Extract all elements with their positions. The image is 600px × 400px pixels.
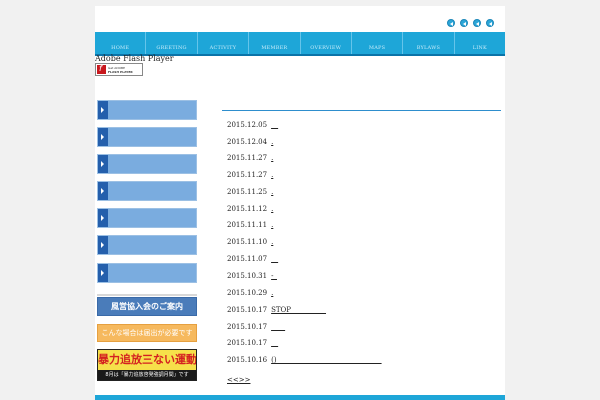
news-link[interactable]: . [271,136,277,148]
nav-link[interactable]: LINK [455,32,505,54]
news-date: 2015.10.31 [227,272,268,280]
nav-activity[interactable]: ACTIVITY [198,32,250,54]
news-date: 2015.10.16 [227,356,268,364]
news-date: 2015.10.29 [227,289,268,297]
news-date: 2015.11.27 [227,171,268,179]
news-item: 2015.12.05 __ [227,119,278,131]
news-date: 2015.11.11 [227,221,268,229]
news-item: 2015.10.17 ____ [227,321,285,333]
anti-violence-banner[interactable]: 暴力追放三ない運動+1 8月は「暴力追放啓発強調月間」です [97,349,197,381]
news-item: 2015.11.12. [227,203,277,215]
news-item: 2015.10.17 __ [227,337,278,349]
news-date: 2015.12.05 [227,121,268,129]
chevron-right-icon [98,155,108,173]
news-item: 2015.12.04. [227,136,277,148]
news-item: 2015.10.31 -_ [227,270,277,282]
sidebar-menu-button[interactable] [97,181,197,201]
news-link[interactable]: __ [271,253,278,265]
anti-violence-banner-subtitle: 8月は「暴力追放啓発強調月間」です [98,370,196,380]
news-date: 2015.11.07 [227,255,268,263]
membership-banner[interactable]: 風営協入会のご案内 [97,297,197,316]
news-date: 2015.10.17 [227,339,268,347]
sidebar-menu-button[interactable] [97,235,197,255]
news-item: 2015.10.29. [227,287,277,299]
header-area [95,6,505,32]
sidebar-menu-button[interactable] [97,208,197,228]
news-item: 2015.10.16 ()____________________________… [227,354,382,366]
news-link[interactable]: . [271,186,277,198]
news-item: 2015.11.27. [227,152,277,164]
sidebar-menu-button[interactable] [97,263,197,283]
news-date: 2015.12.04 [227,138,268,146]
nav-home[interactable]: HOME [95,32,147,54]
news-link[interactable]: ____ [271,321,285,333]
news-item: 2015.10.17 STOP__________ [227,304,326,316]
news-date: 2015.11.12 [227,205,268,213]
chevron-right-icon [98,264,108,282]
news-date: 2015.11.10 [227,238,268,246]
page-container: HOME GREETING ACTIVITY MEMBER OVERVIEW M… [95,6,505,400]
news-item: 2015.11.11. [227,219,277,231]
global-nav: HOME GREETING ACTIVITY MEMBER OVERVIEW M… [95,32,505,56]
chevron-right-icon [98,236,108,254]
news-item: 2015.11.25. [227,186,277,198]
sidebar-menu-button[interactable] [97,154,197,174]
news-date: 2015.11.27 [227,154,268,162]
nav-bylaws[interactable]: BYLAWS [403,32,455,54]
news-item: 2015.11.07 __ [227,253,278,265]
nav-member[interactable]: MEMBER [249,32,301,54]
sidebar-divider [97,294,197,296]
news-link[interactable]: . [271,203,277,215]
news-more-link[interactable]: <<>> [227,374,250,386]
nav-greeting[interactable]: GREETING [146,32,198,54]
arrow-left-icon[interactable] [486,19,494,27]
chevron-right-icon [98,101,108,119]
news-link[interactable]: . [271,236,277,248]
footer-bar [95,395,505,400]
nav-overview[interactable]: OVERVIEW [301,32,352,54]
news-link[interactable]: __ [271,119,278,131]
sidebar-menu-button[interactable] [97,100,197,120]
nav-maps[interactable]: MAPS [352,32,404,54]
flash-icon [97,64,106,74]
flash-logo-text: Get ADOBE FLASH PLAYER [108,66,133,74]
get-flash-player-button[interactable]: Get ADOBEFLASH PLAYER [95,63,143,76]
chevron-right-icon [98,128,108,146]
chevron-right-icon [98,209,108,227]
arrow-left-icon[interactable] [473,19,481,27]
news-item: 2015.11.27. [227,169,277,181]
news-date: 2015.10.17 [227,306,268,314]
news-link[interactable]: . [271,152,277,164]
news-link[interactable]: __ [271,337,278,349]
news-link[interactable]: . [271,169,277,181]
anti-violence-banner-title: 暴力追放三ない運動+1 [98,353,197,366]
news-link[interactable]: ()______________________________ [271,354,381,366]
news-link[interactable]: . [271,219,277,231]
news-date: 2015.10.17 [227,323,268,331]
news-divider [222,110,501,111]
sidebar-menu-button[interactable] [97,127,197,147]
notification-banner[interactable]: こんな場合は届出が必要です [97,324,197,342]
arrow-left-icon[interactable] [447,19,455,27]
news-link[interactable]: STOP__________ [271,304,326,316]
news-item: 2015.11.10. [227,236,277,248]
news-link[interactable]: -_ [271,270,277,282]
arrow-left-icon[interactable] [460,19,468,27]
chevron-right-icon [98,182,108,200]
news-date: 2015.11.25 [227,188,268,196]
news-link[interactable]: . [271,287,277,299]
